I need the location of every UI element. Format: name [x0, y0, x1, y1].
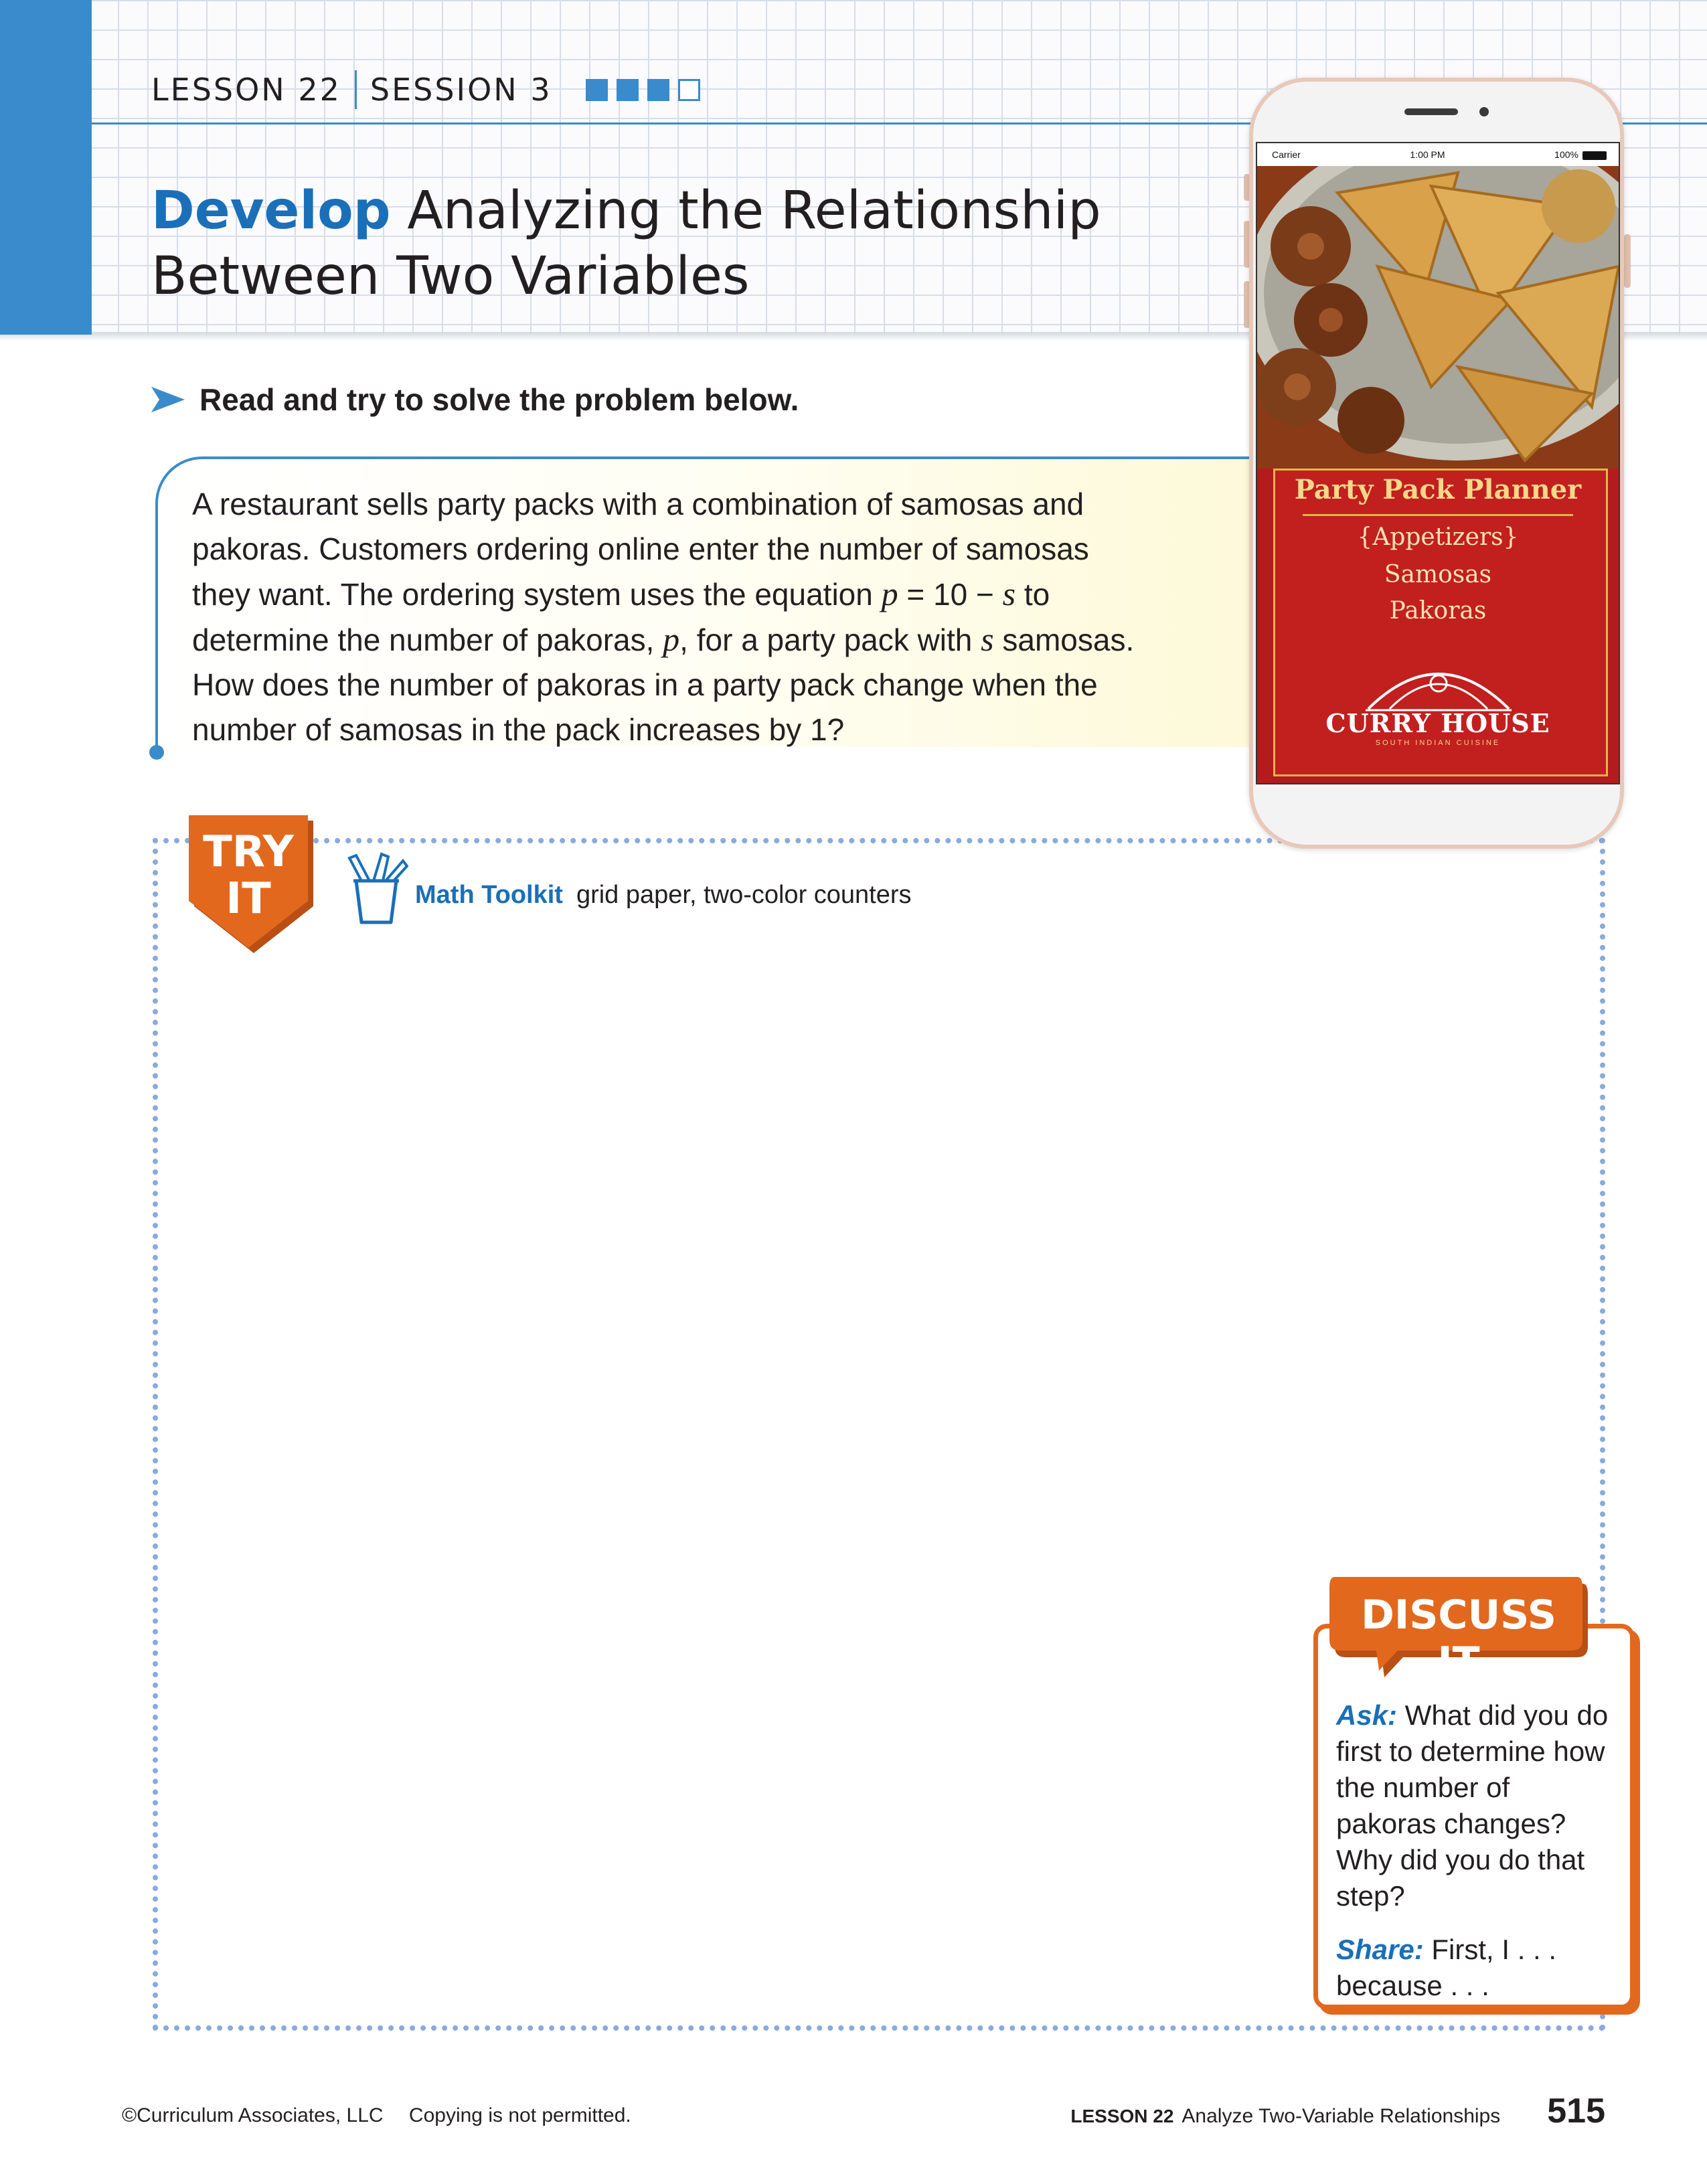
discuss-it-title: DISCUSS IT [1361, 1592, 1556, 1685]
variable-s: s [1002, 575, 1016, 612]
footer-lesson-name: Analyze Two-Variable Relationships [1182, 2105, 1501, 2127]
brand-name: CURRY HOUSE [1325, 708, 1550, 738]
pencil-cup-icon [347, 852, 408, 924]
progress-square-filled [616, 78, 639, 101]
footer-left: ©Curriculum Associates, LLC Copying is n… [122, 2104, 631, 2127]
arrow-icon [151, 387, 185, 412]
session-label: SESSION 3 [370, 72, 552, 108]
lesson-color-tab [0, 0, 92, 335]
progress-square-empty [677, 78, 700, 101]
problem-line: A restaurant sells party packs with a co… [192, 487, 1084, 521]
progress-square-filled [585, 78, 608, 101]
discuss-it-text: Ask: What did you do first to determine … [1336, 1697, 1617, 2004]
variable-s: s [981, 620, 994, 658]
brand-arch-icon [1366, 673, 1512, 711]
status-carrier: Carrier [1272, 149, 1301, 160]
battery-icon [1582, 151, 1607, 160]
problem-text: A restaurant sells party packs with a co… [192, 482, 1196, 752]
phone-camera [1479, 107, 1489, 116]
lesson-session-line: LESSON 22 SESSION 3 [151, 64, 700, 115]
menu-divider [1303, 514, 1573, 516]
try-it-label: TRY IT [203, 827, 294, 924]
status-time: 1:00 PM [1410, 149, 1445, 160]
progress-square-filled [647, 78, 669, 101]
phone-side-button [1624, 234, 1631, 288]
variable-p: p [881, 575, 898, 612]
instruction-text: Read and try to solve the problem below. [199, 382, 799, 417]
title-line1: Analyzing the Relationship [407, 181, 1101, 241]
share-prompt: Share: First, I . . . because . . . [1336, 1934, 1557, 2001]
problem-line: number of samosas in the pack increases … [192, 712, 845, 747]
page-title: Develop Analyzing the Relationship Betwe… [151, 178, 1155, 309]
page-number: 515 [1547, 2092, 1605, 2130]
title-line2: Between Two Variables [151, 246, 750, 307]
problem-line: How does the number of pakoras in a part… [192, 667, 1098, 702]
title-develop: Develop [151, 181, 391, 241]
lesson-separator [354, 70, 357, 109]
lesson-label: LESSON 22 [151, 72, 341, 108]
menu-item-pakoras[interactable]: Pakoras [1256, 597, 1620, 624]
phone-status-bar: Carrier 1:00 PM 100% [1257, 143, 1619, 166]
session-progress [585, 78, 700, 101]
footer-right: LESSON 22 Analyze Two-Variable Relations… [1070, 2091, 1605, 2131]
variable-p: p [663, 620, 680, 658]
food-photo [1257, 166, 1619, 469]
math-toolkit-items: grid paper, two-color counters [576, 881, 912, 909]
footer-lesson: LESSON 22 [1070, 2106, 1174, 2126]
menu-title: Party Pack Planner [1294, 474, 1582, 505]
brand-subtitle: SOUTH INDIAN CUISINE [1375, 739, 1501, 747]
problem-box-dot [149, 745, 164, 760]
copy-notice: Copying is not permitted. [408, 2104, 631, 2126]
phone-speaker [1404, 108, 1458, 115]
copyright: ©Curriculum Associates, LLC [122, 2104, 384, 2126]
problem-line: determine the number of pakoras, p, for … [192, 620, 1135, 658]
status-battery: 100% [1554, 149, 1607, 160]
menu-item-samosas[interactable]: Samosas [1256, 561, 1620, 588]
problem-line: they want. The ordering system uses the … [192, 575, 1050, 612]
instruction: Read and try to solve the problem below. [151, 382, 799, 418]
problem-line: pakoras. Customers ordering online enter… [192, 531, 1089, 566]
menu-subtitle: {Appetizers} [1357, 523, 1519, 551]
math-toolkit: Math Toolkit grid paper, two-color counte… [415, 881, 912, 910]
ask-prompt: Ask: What did you do first to determine … [1336, 1699, 1609, 1912]
math-toolkit-label: Math Toolkit [415, 881, 563, 909]
